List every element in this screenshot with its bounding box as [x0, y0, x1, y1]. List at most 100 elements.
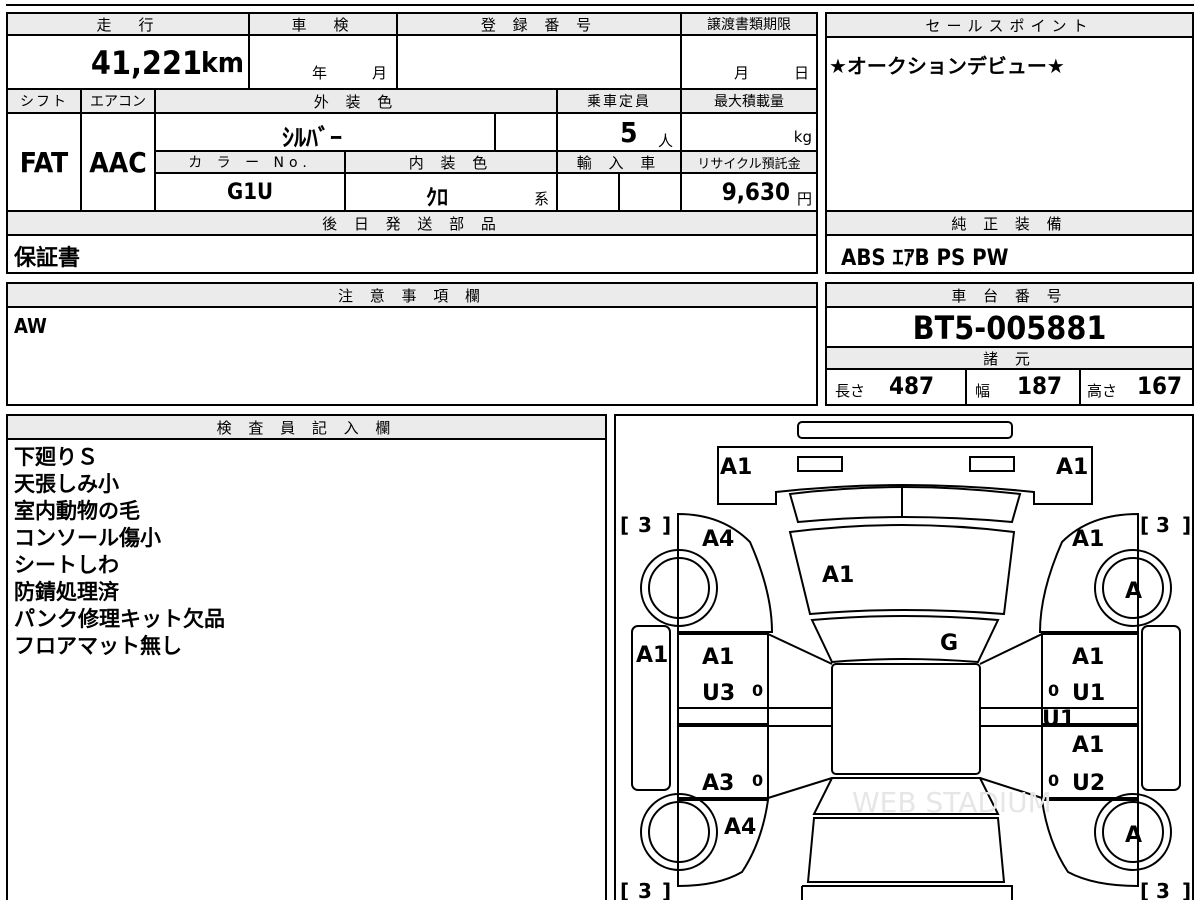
mileage-header: 走 行 [8, 14, 248, 36]
spec-width-label: 幅 [975, 382, 991, 400]
registration-cell [396, 36, 680, 88]
watermark: WEB STADIUM [852, 786, 1052, 819]
interior-color-header: 内 装 色 [344, 150, 556, 174]
grille [788, 486, 1022, 524]
damage-diagram-box: WEB STADIUM A1 A1 A4 A1 A1 G A1 A1 U3 A1… [614, 414, 1194, 900]
chassis-number: BT5-005881 [912, 309, 1107, 347]
inspector-note: パンク修理キット欠品 [14, 607, 226, 631]
notes-box: 注 意 事 項 欄 AW [6, 282, 818, 406]
max-load-header: 最大積載量 [680, 88, 816, 114]
transfer-month-label: 月 [734, 64, 750, 82]
gauge-rear-left: 0 [752, 771, 763, 790]
specs-header: 諸 元 [827, 346, 1192, 370]
aircon-header: エアコン [80, 88, 154, 114]
spec-width: 幅 187 [965, 370, 1079, 404]
roof [831, 663, 981, 775]
spec-length-value: 487 [889, 372, 935, 400]
inspector-notes-list: 下廻りＳ 天張しみ小 室内動物の毛 コンソール傷小 シートしわ 防錆処理済 パン… [14, 444, 225, 660]
shift-header: シフト [8, 88, 80, 114]
tread-bracket-close: ] [662, 513, 671, 537]
color-no-value: G1U [154, 174, 344, 210]
rear-hatch [806, 817, 1006, 883]
inspector-note: シートしわ [14, 553, 119, 577]
chassis-header: 車 台 番 号 [827, 284, 1192, 308]
interior-color-cell: ｸﾛ 系 [344, 174, 556, 211]
side-panel-right [1141, 625, 1181, 791]
mileage-unit: km [201, 46, 244, 79]
mark-door-rr-2: U2 [1072, 771, 1105, 796]
mark-headlight-right: A1 [1056, 455, 1088, 480]
mark-tire-front-right: A [1125, 579, 1142, 604]
mark-windshield: G [940, 631, 958, 656]
aircon-value: AAC [80, 114, 154, 210]
front-bumper [797, 421, 1013, 439]
sales-point-box: セールスポイント ★オークションデビュー★ [825, 12, 1194, 212]
exterior-color-value: ｼﾙﾊﾞｰ [282, 124, 342, 152]
tread-bracket-close: ] [1182, 513, 1191, 537]
capacity-cell: 5 人 [556, 114, 680, 152]
interior-color-value: ｸﾛ [426, 186, 449, 211]
mark-fender-front-left: A4 [702, 527, 734, 552]
mark-headlight-left: A1 [720, 455, 752, 480]
sales-point-header: セールスポイント [827, 14, 1192, 38]
max-load-unit: kg [793, 128, 812, 146]
notes-value: AW [14, 314, 47, 338]
inspection-month-label: 月 [372, 64, 388, 82]
tread-bracket-open: [ [620, 513, 629, 537]
sales-point-text: ★オークションデビュー★ [829, 54, 1065, 78]
windshield [810, 615, 1000, 664]
mark-side-left: A1 [636, 643, 668, 668]
recycle-deposit-unit: 円 [796, 190, 812, 208]
import-cell-b [618, 174, 680, 210]
front-panel [717, 446, 1093, 505]
mark-door-fr-1: A1 [1072, 645, 1104, 670]
interior-color-unit: 系 [534, 190, 550, 208]
later-parts-value: 保証書 [14, 246, 81, 271]
inspector-note: 天張しみ小 [14, 472, 119, 496]
gauge-front-right: 0 [1048, 681, 1059, 700]
tread-front-left: 3 [638, 513, 652, 537]
recycle-deposit-header: リサイクル預託金 [680, 150, 816, 174]
inspector-note: フロアマット無し [14, 634, 182, 658]
tread-bracket-close: ] [662, 879, 671, 900]
fender-rear-left [677, 799, 770, 888]
max-load-cell: kg [680, 114, 816, 152]
equipment-header: 純 正 装 備 [827, 212, 1192, 236]
capacity-value: 5 [620, 116, 638, 149]
gauge-front-left: 0 [752, 681, 763, 700]
inspector-header: 検 査 員 記 入 欄 [8, 416, 605, 440]
exterior-color-header: 外 装 色 [154, 88, 556, 114]
mark-door-fr-3: U1 [1042, 707, 1075, 732]
mark-door-fl-2: U3 [702, 681, 735, 706]
exterior-color-code-cell [494, 114, 556, 152]
inspection-header: 車 検 [248, 14, 396, 36]
color-no-header: カ ラ ー No. [154, 150, 344, 174]
inspection-cell: 年 月 [248, 36, 396, 88]
spec-height: 高さ 167 [1079, 370, 1192, 404]
inspector-note: 室内動物の毛 [14, 499, 140, 523]
mark-fender-front-right: A1 [1072, 527, 1104, 552]
tread-bracket-open: [ [1140, 879, 1149, 900]
inspector-note: 下廻りＳ [14, 445, 98, 469]
later-parts-header: 後 日 発 送 部 品 [8, 212, 816, 236]
tread-bracket-open: [ [620, 879, 629, 900]
spec-length-label: 長さ [835, 382, 866, 400]
chassis-box: 車 台 番 号 BT5-005881 諸 元 長さ 487 幅 187 高さ 1… [825, 282, 1194, 406]
equipment-box: 純 正 装 備 ABS ｴｱB PS PW [825, 210, 1194, 274]
fender-rear-right [1040, 799, 1139, 888]
mark-door-fr-2: U1 [1072, 681, 1105, 706]
pillar-fl [767, 633, 833, 665]
exterior-color-cell: ｼﾙﾊﾞｰ [154, 114, 494, 152]
equipment-value: ABS ｴｱB PS PW [841, 246, 1009, 271]
car-diagram: WEB STADIUM A1 A1 A4 A1 A1 G A1 A1 U3 A1… [620, 421, 1191, 900]
mark-door-rr-1: A1 [1072, 733, 1104, 758]
tread-front-right: 3 [1156, 513, 1170, 537]
top-edge-fragment [6, 0, 1194, 6]
headlight-left [797, 456, 843, 472]
tread-rear-right: 3 [1156, 879, 1170, 900]
rear-bumper [801, 885, 1013, 900]
inspection-year-label: 年 [312, 64, 328, 82]
gauge-rear-right: 0 [1048, 771, 1059, 790]
notes-header: 注 意 事 項 欄 [8, 284, 816, 308]
recycle-deposit-cell: 9,630 円 [680, 174, 816, 210]
